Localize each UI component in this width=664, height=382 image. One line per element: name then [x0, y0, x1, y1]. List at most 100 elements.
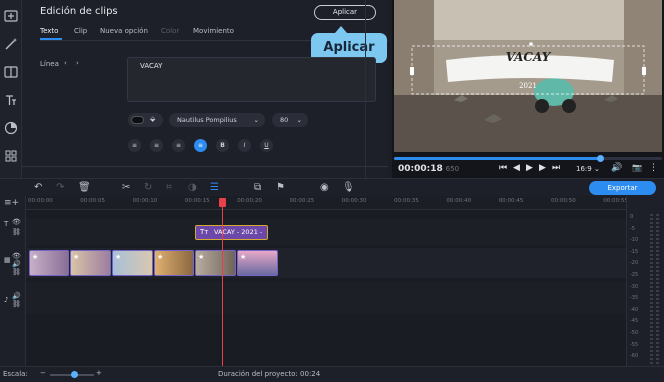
- video-frame[interactable]: VACAY 2021: [394, 0, 662, 152]
- star-icon: ★: [115, 253, 122, 261]
- text-input[interactable]: VACAY: [127, 57, 376, 102]
- color-swatch: [131, 116, 144, 124]
- speaker-icon[interactable]: 🔊: [12, 292, 21, 300]
- title-clip[interactable]: Tт VACAY - 2021 -: [195, 225, 268, 240]
- overlay-icon[interactable]: ⧉: [254, 182, 261, 193]
- color-adjust-icon[interactable]: ◑: [188, 182, 197, 193]
- video-clip[interactable]: ★: [29, 250, 69, 276]
- webcam-icon[interactable]: ◉: [320, 182, 329, 193]
- video-clip[interactable]: ★: [154, 250, 194, 276]
- ruler-tick-label: 00:00:35: [394, 198, 419, 204]
- export-button[interactable]: Exportar: [589, 181, 656, 195]
- undo-icon[interactable]: ↶: [34, 182, 42, 193]
- link-icon[interactable]: ⛓: [12, 228, 21, 236]
- rotate-icon[interactable]: ↻: [144, 182, 152, 193]
- video-clip[interactable]: ★: [237, 250, 278, 276]
- visibility-icon[interactable]: 👁: [12, 252, 21, 260]
- volume-icon[interactable]: 🔊: [611, 163, 622, 173]
- playhead[interactable]: [222, 199, 223, 366]
- video-scene: [394, 0, 662, 152]
- title-track[interactable]: [26, 219, 626, 245]
- apply-button[interactable]: Aplicar: [314, 5, 376, 20]
- playhead-handle[interactable]: [219, 198, 226, 207]
- transitions-icon[interactable]: [3, 64, 19, 80]
- crop-icon[interactable]: ⌗: [166, 182, 172, 193]
- align-right-icon[interactable]: ≡: [150, 139, 163, 152]
- delete-icon[interactable]: 🗑: [78, 182, 91, 193]
- scale-slider-knob[interactable]: [71, 371, 78, 378]
- tab-clip[interactable]: Clip: [74, 27, 87, 35]
- track-headers: ≡+ T 👁 ⛓ ▦ 👁 🔊 ⛓ ♪ 🔊 ⛓: [0, 196, 26, 366]
- line-prev-icon[interactable]: ‹: [64, 59, 67, 67]
- align-center-icon[interactable]: ≡: [194, 139, 207, 152]
- redo-icon[interactable]: ↷: [56, 182, 64, 193]
- video-clip[interactable]: ★: [112, 250, 153, 276]
- skip-start-icon[interactable]: ⏮: [499, 163, 507, 173]
- tab-new-option[interactable]: Nueva opción: [100, 27, 148, 35]
- align-justify-icon[interactable]: ≡: [172, 139, 185, 152]
- video-clip[interactable]: ★: [195, 250, 236, 276]
- chevron-down-icon: ⌄: [253, 116, 259, 124]
- font-family-select[interactable]: Nautilus Pompilius ⌄: [169, 113, 265, 127]
- status-bar: Escala: − + Duración del proyecto: 00:24: [0, 366, 664, 382]
- add-track-icon[interactable]: ≡+: [4, 198, 19, 208]
- ruler-tick-label: 00:00:20: [237, 198, 262, 204]
- tab-color[interactable]: Color: [161, 27, 179, 35]
- clip-properties-icon[interactable]: ☰: [210, 182, 219, 193]
- font-size-select[interactable]: 80 ⌄: [272, 113, 308, 127]
- aspect-ratio-select[interactable]: 16:9 ⌄: [576, 165, 600, 173]
- star-icon: ★: [198, 253, 205, 261]
- meter-label: -55: [630, 341, 639, 348]
- visibility-icon[interactable]: 👁: [12, 218, 21, 226]
- meter-bar-right: [656, 214, 659, 364]
- marker-flag-icon[interactable]: ⚑: [276, 182, 285, 193]
- video-subtitle-text: 2021: [519, 82, 537, 90]
- magic-wand-icon[interactable]: [3, 36, 19, 52]
- more-tools-icon[interactable]: [3, 148, 19, 164]
- progress-knob[interactable]: [597, 155, 605, 162]
- tab-movement[interactable]: Movimiento: [193, 27, 234, 35]
- more-options-icon[interactable]: ⋮: [649, 163, 658, 173]
- meter-label: -20: [630, 260, 639, 267]
- title-track-icon: T: [4, 220, 9, 228]
- text-color-toggle[interactable]: ⬙: [128, 113, 163, 127]
- italic-icon[interactable]: I: [238, 139, 251, 152]
- timeline-ruler[interactable]: 00:00:00 00:00:05 00:00:10 00:00:15 00:00:20…: [26, 196, 628, 210]
- titles-icon[interactable]: [3, 92, 19, 108]
- zoom-in-icon[interactable]: +: [96, 369, 102, 377]
- step-forward-icon[interactable]: ▶: [539, 163, 546, 173]
- meter-label: -5: [630, 225, 635, 232]
- scale-label: Escala:: [3, 370, 28, 378]
- zoom-out-icon[interactable]: −: [40, 369, 46, 377]
- timecode: 00:00:18 650: [398, 164, 459, 174]
- underline-icon[interactable]: U: [260, 139, 273, 152]
- audio-track[interactable]: [26, 282, 626, 314]
- link-icon[interactable]: ⛓: [12, 300, 21, 308]
- cut-icon[interactable]: ✂: [122, 182, 130, 193]
- tab-text[interactable]: Texto: [40, 27, 58, 35]
- font-family-value: Nautilus Pompilius: [177, 116, 237, 124]
- skip-end-icon[interactable]: ⏭: [552, 163, 560, 173]
- font-size-value: 80: [280, 116, 289, 124]
- bold-icon[interactable]: B: [216, 139, 229, 152]
- snapshot-icon[interactable]: 📷: [632, 163, 642, 172]
- link-icon[interactable]: ⛓: [12, 268, 21, 276]
- microphone-icon[interactable]: 🎙: [342, 182, 355, 193]
- star-icon: ★: [73, 253, 80, 261]
- left-toolbar: [0, 0, 22, 178]
- step-back-icon[interactable]: ◀: [513, 163, 520, 173]
- meter-label: -15: [630, 248, 639, 255]
- timecode-main: 00:00:18: [398, 164, 443, 174]
- ruler-tick-label: 00:00:25: [289, 198, 315, 204]
- editor-scrollbar[interactable]: [365, 0, 366, 178]
- play-icon[interactable]: ▶: [526, 163, 533, 173]
- line-next-icon[interactable]: ›: [76, 59, 79, 67]
- ruler-tick-label: 00:00:00: [28, 198, 53, 204]
- import-icon[interactable]: [3, 8, 19, 24]
- preview-panel: VACAY 2021 00:00:18 650 ⏮ ◀ ▶ ▶ ⏭ 🔊 16:9…: [392, 0, 664, 178]
- stickers-icon[interactable]: [3, 120, 19, 136]
- speaker-icon[interactable]: 🔊: [12, 260, 21, 268]
- align-left-icon[interactable]: ≡: [128, 139, 141, 152]
- meter-label: -10: [630, 237, 639, 244]
- video-clip[interactable]: ★: [70, 250, 111, 276]
